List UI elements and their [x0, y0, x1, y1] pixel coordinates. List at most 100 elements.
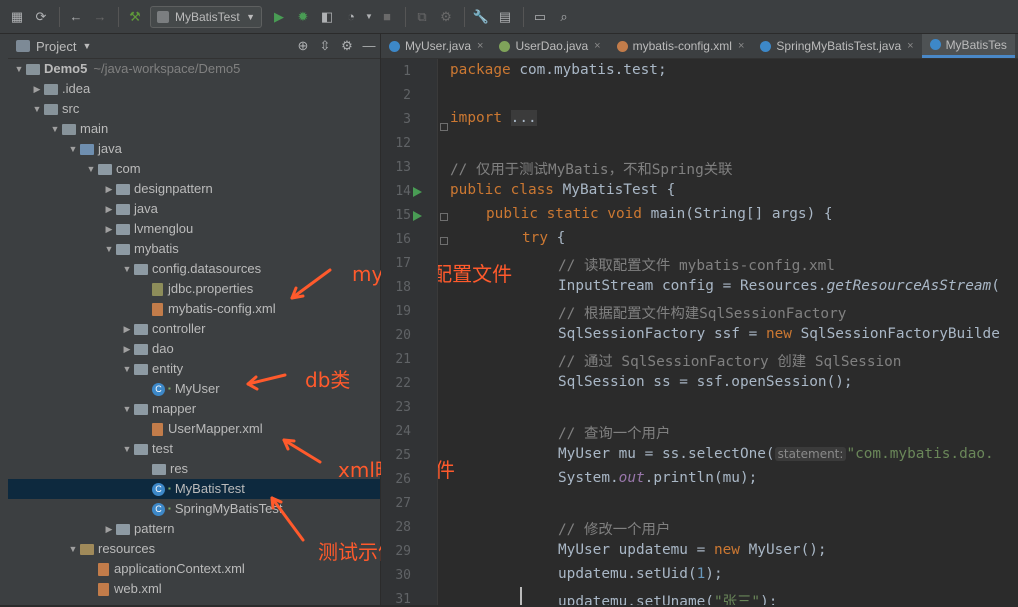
- tree-item-label: web.xml: [114, 581, 162, 596]
- run-main-icon[interactable]: [413, 211, 422, 221]
- code-line-25: MyUser mu = ss.selectOne(statement: "com.…: [558, 446, 994, 462]
- coverage-icon[interactable]: ◧: [316, 6, 338, 28]
- line-number: 22: [395, 376, 411, 391]
- project-structure-icon[interactable]: ▤: [494, 6, 516, 28]
- tree-item-mapper[interactable]: ▼ mapper: [8, 399, 380, 419]
- tree-item-demo5[interactable]: ▼ Demo5 ~/java-workspace/Demo5: [8, 59, 380, 79]
- tab-springmybatistest-java[interactable]: SpringMyBatisTest.java ×: [752, 34, 921, 58]
- expanded-arrow-icon[interactable]: ▼: [12, 59, 26, 79]
- java-class-icon: C: [152, 382, 165, 396]
- code-line-28: // 修改一个用户: [558, 522, 671, 538]
- chevron-down-icon[interactable]: ▼: [82, 41, 91, 51]
- collapsed-arrow-icon[interactable]: ▶: [120, 319, 134, 339]
- expanded-arrow-icon[interactable]: ▼: [120, 359, 134, 379]
- expanded-arrow-icon[interactable]: ▼: [120, 439, 134, 459]
- collapsed-arrow-icon[interactable]: ▶: [102, 219, 116, 239]
- collapsed-arrow-icon[interactable]: ▶: [30, 79, 44, 99]
- tree-item-jdbc-properties[interactable]: jdbc.properties: [8, 279, 380, 299]
- settings-icon[interactable]: 🔧: [470, 6, 492, 28]
- collapsed-arrow-icon[interactable]: ▶: [102, 179, 116, 199]
- tree-item-label: test: [152, 441, 173, 456]
- collapse-icon[interactable]: ⇳: [314, 38, 336, 54]
- attach-icon[interactable]: ⧉: [411, 6, 433, 28]
- chevron-down-icon[interactable]: ▼: [364, 6, 374, 28]
- build-icon[interactable]: ⚒: [124, 6, 146, 28]
- toolbar-divider: [464, 6, 465, 27]
- line-number: 23: [395, 400, 411, 415]
- tree-item-label: java: [134, 201, 158, 216]
- project-panel-title[interactable]: Project: [36, 39, 76, 54]
- tree-item-mybatis-config-xml[interactable]: mybatis-config.xml: [8, 299, 380, 319]
- tree-item-com[interactable]: ▼ com: [8, 159, 380, 179]
- line-number: 13: [395, 160, 411, 175]
- update-icon[interactable]: ⚙: [435, 6, 457, 28]
- run-icon[interactable]: ▶: [268, 6, 290, 28]
- collapsed-arrow-icon[interactable]: ▶: [102, 519, 116, 539]
- tree-item-controller[interactable]: ▶ controller: [8, 319, 380, 339]
- tree-item-test[interactable]: ▼ test: [8, 439, 380, 459]
- back-icon[interactable]: ←: [65, 6, 87, 28]
- tree-item-java[interactable]: ▼ java: [8, 139, 380, 159]
- debug-icon[interactable]: ✹: [292, 6, 314, 28]
- code-line-14: public class MyBatisTest {: [450, 182, 676, 198]
- close-icon[interactable]: ×: [477, 40, 483, 52]
- tree-item-main[interactable]: ▼ main: [8, 119, 380, 139]
- run-class-icon[interactable]: [413, 187, 422, 197]
- tab-userdao-java[interactable]: UserDao.java ×: [491, 34, 608, 58]
- package-icon: [116, 183, 130, 195]
- expanded-arrow-icon[interactable]: ▼: [120, 399, 134, 419]
- expanded-arrow-icon[interactable]: ▼: [84, 159, 98, 179]
- folder-icon: [26, 63, 40, 75]
- close-icon[interactable]: ×: [594, 40, 600, 52]
- tree-item-config-datasources[interactable]: ▼ config.datasources: [8, 259, 380, 279]
- tree-item-java[interactable]: ▶ java: [8, 199, 380, 219]
- stop-icon[interactable]: ■: [376, 6, 398, 28]
- sync-icon[interactable]: ⟳: [30, 6, 52, 28]
- expanded-arrow-icon[interactable]: ▼: [102, 239, 116, 259]
- locate-icon[interactable]: ⊕: [292, 38, 314, 54]
- search-icon[interactable]: ⌕: [553, 6, 575, 28]
- collapsed-arrow-icon[interactable]: ▶: [102, 199, 116, 219]
- tree-item-src[interactable]: ▼ src: [8, 99, 380, 119]
- forward-icon[interactable]: →: [89, 6, 111, 28]
- run-configuration-select[interactable]: MyBatisTest ▼: [150, 5, 262, 28]
- tree-item-springmybatistest[interactable]: C ▪ SpringMyBatisTest: [8, 499, 380, 519]
- package-icon: [134, 263, 148, 275]
- collapsed-arrow-icon[interactable]: ▶: [120, 339, 134, 359]
- tree-item-designpattern[interactable]: ▶ designpattern: [8, 179, 380, 199]
- close-icon[interactable]: ×: [907, 40, 913, 52]
- expanded-arrow-icon[interactable]: ▼: [66, 539, 80, 559]
- expanded-arrow-icon[interactable]: ▼: [48, 119, 62, 139]
- gear-icon[interactable]: ⚙: [336, 38, 358, 54]
- save-icon[interactable]: ▦: [6, 6, 28, 28]
- tree-item-mybatistest[interactable]: C ▪ MyBatisTest: [8, 479, 380, 499]
- code-line-29: MyUser updatemu = new MyUser();: [558, 542, 827, 558]
- tree-item-web-xml[interactable]: web.xml: [8, 579, 380, 599]
- tree-item-lvmenglou[interactable]: ▶ lvmenglou: [8, 219, 380, 239]
- tab-myuser-java[interactable]: MyUser.java ×: [381, 34, 491, 58]
- expanded-arrow-icon[interactable]: ▼: [30, 99, 44, 119]
- module-path: ~/java-workspace/Demo5: [93, 61, 241, 76]
- tree-item-label: res: [170, 461, 189, 476]
- run-config-label: MyBatisTest: [175, 9, 240, 24]
- code-editor[interactable]: package com.mybatis.test; import ... // …: [438, 59, 1018, 605]
- tree-item-dao[interactable]: ▶ dao: [8, 339, 380, 359]
- profile-icon[interactable]: ◔: [340, 6, 362, 28]
- tab-mybatistes[interactable]: MyBatisTes: [921, 34, 1015, 58]
- terminal-icon[interactable]: ▭: [529, 6, 551, 28]
- tree-item-res[interactable]: res: [8, 459, 380, 479]
- tree-item-usermapper-xml[interactable]: UserMapper.xml: [8, 419, 380, 439]
- tab-mybatis-config-xml[interactable]: mybatis-config.xml ×: [609, 34, 753, 58]
- hide-icon[interactable]: —: [358, 38, 380, 54]
- tab-label: mybatis-config.xml: [632, 39, 732, 53]
- tree-item--idea[interactable]: ▶ .idea: [8, 79, 380, 99]
- file-type-icon: [389, 40, 400, 52]
- folder-icon: [62, 123, 76, 135]
- code-line-18: InputStream config = Resources.getResour…: [558, 278, 1000, 294]
- tree-item-mybatis[interactable]: ▼ mybatis: [8, 239, 380, 259]
- close-icon[interactable]: ×: [738, 40, 744, 52]
- code-line-21: // 通过 SqlSessionFactory 创建 SqlSession: [558, 354, 902, 370]
- tab-label: UserDao.java: [515, 39, 589, 53]
- expanded-arrow-icon[interactable]: ▼: [120, 259, 134, 279]
- expanded-arrow-icon[interactable]: ▼: [66, 139, 80, 159]
